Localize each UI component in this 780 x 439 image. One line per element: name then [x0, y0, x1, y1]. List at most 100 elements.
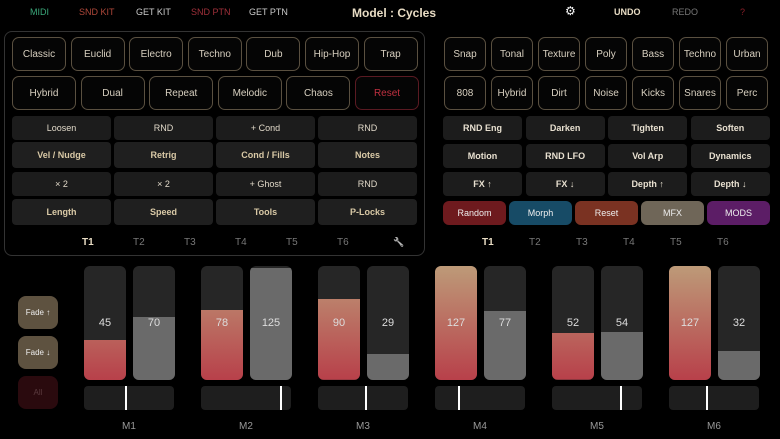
undo-button[interactable]: UNDO [614, 7, 641, 17]
sound-track-tab-t2[interactable]: T2 [529, 237, 541, 248]
track-tab-t5[interactable]: T5 [286, 237, 298, 248]
fader-m1-a[interactable]: 45 [84, 266, 126, 380]
random-button[interactable]: Random [443, 201, 506, 225]
action-button[interactable]: Vol Arp [608, 144, 688, 168]
sound-button-808[interactable]: 808 [444, 76, 486, 110]
slider-handle[interactable] [280, 386, 283, 410]
option-button[interactable]: × 2 [12, 172, 111, 196]
fader-m4-b[interactable]: 77 [484, 266, 526, 380]
option-button[interactable]: RND [318, 172, 417, 196]
fader-m6-a[interactable]: 127 [669, 266, 711, 380]
morph-button[interactable]: Morph [509, 201, 572, 225]
help-button[interactable]: ? [740, 7, 745, 17]
action-button[interactable]: RND LFO [525, 144, 605, 168]
sound-track-tab-t6[interactable]: T6 [717, 237, 729, 248]
action-button[interactable]: FX ↑ [443, 172, 522, 196]
sound-button-tonal[interactable]: Tonal [491, 37, 533, 71]
style-button-melodic[interactable]: Melodic [217, 76, 282, 110]
style-button-repeat[interactable]: Repeat [149, 76, 214, 110]
section-label[interactable]: Speed [114, 199, 213, 225]
style-button-chaos[interactable]: Chaos [286, 76, 351, 110]
send-kit-button[interactable]: SND KIT [79, 7, 115, 17]
fader-m4-a[interactable]: 127 [435, 266, 477, 380]
sound-button-perc[interactable]: Perc [726, 76, 768, 110]
get-pattern-button[interactable]: GET PTN [249, 7, 288, 17]
sound-button-urban[interactable]: Urban [726, 37, 768, 71]
slider-m5[interactable] [552, 386, 642, 410]
all-button[interactable]: All [18, 376, 58, 409]
section-label[interactable]: Retrig [114, 142, 213, 168]
midi-button[interactable]: MIDI [30, 7, 49, 17]
get-kit-button[interactable]: GET KIT [136, 7, 171, 17]
fader-m5-a[interactable]: 52 [552, 266, 594, 380]
action-button[interactable]: Soften [690, 116, 770, 140]
style-button-reset[interactable]: Reset [355, 76, 419, 110]
mods-button[interactable]: MODS [707, 201, 770, 225]
action-button[interactable]: Tighten [608, 116, 688, 140]
style-button-hybrid[interactable]: Hybrid [12, 76, 76, 110]
sound-track-tab-t4[interactable]: T4 [623, 237, 635, 248]
fader-m5-b[interactable]: 54 [601, 266, 643, 380]
fader-m3-a[interactable]: 90 [318, 266, 360, 380]
track-tab-t2[interactable]: T2 [133, 237, 145, 248]
redo-button[interactable]: REDO [672, 7, 698, 17]
fade-down-button[interactable]: Fade ↓ [18, 336, 58, 369]
sound-button-poly[interactable]: Poly [585, 37, 627, 71]
section-label[interactable]: Tools [216, 199, 315, 225]
section-label[interactable]: Vel / Nudge [12, 142, 111, 168]
slider-handle[interactable] [619, 386, 622, 410]
fader-m1-b[interactable]: 70 [133, 266, 175, 380]
action-button[interactable]: Dynamics [690, 144, 770, 168]
style-button-hip-hop[interactable]: Hip-Hop [305, 37, 359, 71]
slider-m2[interactable] [201, 386, 291, 410]
sound-track-tab-t3[interactable]: T3 [576, 237, 588, 248]
option-button[interactable]: + Ghost [216, 172, 315, 196]
track-tab-t4[interactable]: T4 [235, 237, 247, 248]
section-label[interactable]: Notes [318, 142, 417, 168]
slider-handle[interactable] [125, 386, 128, 410]
slider-m1[interactable] [84, 386, 174, 410]
slider-m6[interactable] [669, 386, 759, 410]
mfx-button[interactable]: MFX [641, 201, 704, 225]
send-pattern-button[interactable]: SND PTN [191, 7, 231, 17]
action-button[interactable]: FX ↓ [525, 172, 605, 196]
track-tab-t1[interactable]: T1 [82, 237, 94, 248]
gear-icon[interactable]: ⚙ [565, 4, 576, 18]
slider-handle[interactable] [705, 386, 708, 410]
section-label[interactable]: Cond / Fills [216, 142, 315, 168]
section-label[interactable]: Length [12, 199, 111, 225]
action-button[interactable]: RND Eng [443, 116, 522, 140]
sound-button-snap[interactable]: Snap [444, 37, 486, 71]
sound-button-noise[interactable]: Noise [585, 76, 627, 110]
fade-up-button[interactable]: Fade ↑ [18, 296, 58, 329]
sound-button-texture[interactable]: Texture [538, 37, 580, 71]
sound-button-dirt[interactable]: Dirt [538, 76, 580, 110]
action-button[interactable]: Depth ↑ [608, 172, 688, 196]
option-button[interactable]: RND [318, 116, 417, 140]
option-button[interactable]: Loosen [12, 116, 111, 140]
sound-track-tab-t1[interactable]: T1 [482, 237, 494, 248]
fader-m2-a[interactable]: 78 [201, 266, 243, 380]
fader-m6-b[interactable]: 32 [718, 266, 760, 380]
wrench-icon[interactable]: 🔧 [393, 237, 404, 248]
action-button[interactable]: Depth ↓ [690, 172, 770, 196]
action-button[interactable]: Darken [525, 116, 605, 140]
slider-handle[interactable] [364, 386, 367, 410]
sound-button-techno[interactable]: Techno [679, 37, 721, 71]
style-button-trap[interactable]: Trap [363, 37, 418, 71]
fader-m2-b[interactable]: 125 [250, 266, 292, 380]
sound-track-tab-t5[interactable]: T5 [670, 237, 682, 248]
sound-button-kicks[interactable]: Kicks [632, 76, 674, 110]
section-label[interactable]: P-Locks [318, 199, 417, 225]
style-button-euclid[interactable]: Euclid [70, 37, 125, 71]
style-button-classic[interactable]: Classic [12, 37, 66, 71]
reset-button[interactable]: Reset [575, 201, 638, 225]
option-button[interactable]: × 2 [114, 172, 213, 196]
action-button[interactable]: Motion [443, 144, 522, 168]
track-tab-t3[interactable]: T3 [184, 237, 196, 248]
track-tab-t6[interactable]: T6 [337, 237, 349, 248]
slider-m3[interactable] [318, 386, 408, 410]
sound-button-bass[interactable]: Bass [632, 37, 674, 71]
style-button-dual[interactable]: Dual [80, 76, 145, 110]
style-button-dub[interactable]: Dub [246, 37, 301, 71]
